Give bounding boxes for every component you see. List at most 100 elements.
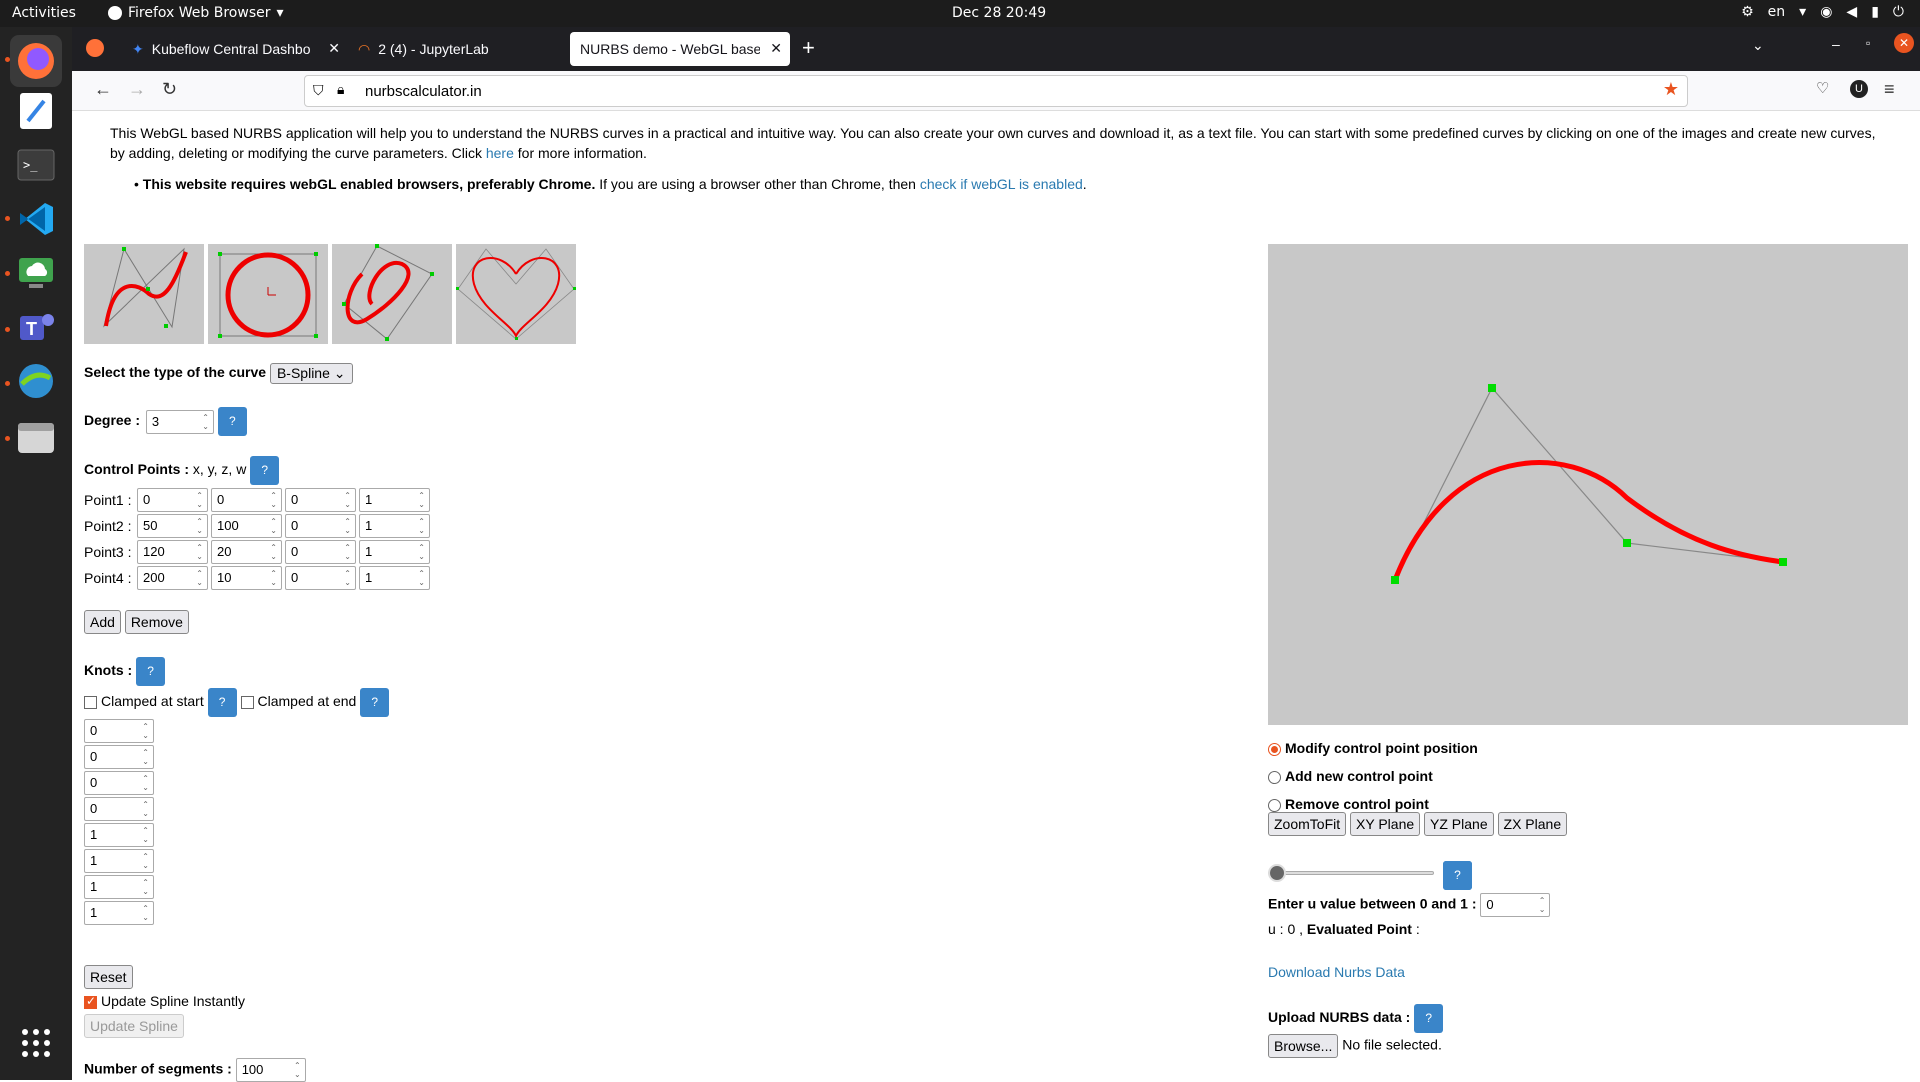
u-slider-track[interactable] — [1268, 871, 1434, 875]
pocket-icon[interactable]: ♡ — [1816, 79, 1829, 97]
spinner-icon[interactable]: ⌃ ⌄ — [142, 878, 149, 896]
u-slider-thumb[interactable] — [1268, 864, 1286, 882]
control-point-3[interactable] — [1623, 539, 1631, 547]
knot-input[interactable]: 1 ⌃ ⌄ — [84, 849, 154, 873]
update-spline-button[interactable]: Update Spline — [84, 1014, 184, 1038]
clamped-start-help-button[interactable]: ? — [207, 688, 237, 717]
dock-vscode[interactable] — [10, 193, 62, 245]
volume-icon[interactable]: ◀ — [1846, 4, 1857, 20]
language-indicator[interactable]: en — [1768, 4, 1786, 20]
clamped-end-help-button[interactable]: ? — [360, 688, 390, 717]
spinner-icon[interactable]: ⌃ ⌄ — [270, 517, 277, 535]
knot-input[interactable]: 0 ⌃ ⌄ — [84, 771, 154, 795]
tab-kubeflow[interactable]: ✦ Kubeflow Central Dashbo ✕ — [122, 32, 348, 66]
clamped-end-checkbox[interactable] — [240, 696, 254, 709]
tab-nurbs[interactable]: NURBS demo - WebGL based ✕ — [570, 32, 790, 66]
dock-teams[interactable]: T — [10, 301, 62, 353]
control-point-z-input[interactable]: 0 ⌃ ⌄ — [285, 514, 356, 538]
knot-input[interactable]: 0 ⌃ ⌄ — [84, 719, 154, 743]
close-icon[interactable]: ✕ — [770, 40, 782, 57]
minimize-button[interactable]: – — [1832, 36, 1840, 52]
control-point-z-input[interactable]: 0 ⌃ ⌄ — [285, 566, 356, 590]
wifi-icon[interactable]: ◉ — [1820, 4, 1832, 20]
spinner-icon[interactable]: ⌃ ⌄ — [418, 517, 425, 535]
webgl-canvas[interactable] — [1268, 244, 1908, 725]
account-icon[interactable]: U — [1850, 80, 1868, 98]
spinner-icon[interactable]: ⌃ ⌄ — [270, 569, 277, 587]
app-menu[interactable]: Firefox Web Browser ▾ — [108, 5, 284, 21]
mode-modify-row[interactable]: Modify control point position — [1268, 734, 1478, 762]
clamped-start-checkbox[interactable] — [84, 696, 97, 709]
spinner-icon[interactable]: ⌃ ⌄ — [344, 517, 351, 535]
spinner-icon[interactable]: ⌃ ⌄ — [344, 491, 351, 509]
show-apps-button[interactable] — [10, 1017, 62, 1069]
bookmark-star-icon[interactable]: ★ — [1663, 79, 1679, 100]
forward-button[interactable]: → — [128, 79, 146, 100]
close-window-button[interactable]: ✕ — [1894, 33, 1914, 53]
here-link[interactable]: here — [486, 145, 514, 161]
mode-modify-radio[interactable] — [1268, 742, 1281, 756]
activities-button[interactable]: Activities — [12, 5, 76, 21]
power-icon[interactable]: ⏻ — [1893, 4, 1904, 20]
spinner-icon[interactable]: ⌃ ⌄ — [142, 800, 149, 818]
control-point-z-input[interactable]: 0 ⌃ ⌄ — [285, 540, 356, 564]
control-point-x-input[interactable]: 120 ⌃ ⌄ — [137, 540, 208, 564]
degree-input[interactable]: 3 ⌃ ⌄ — [145, 409, 214, 434]
u-help-button[interactable]: ? — [1443, 861, 1472, 890]
preset-curve-thumbnail-2[interactable] — [208, 244, 328, 344]
firefox-view-icon[interactable] — [86, 39, 104, 57]
spinner-icon[interactable]: ⌃ ⌄ — [196, 517, 203, 535]
spinner-icon[interactable]: ⌃ ⌄ — [418, 543, 425, 561]
back-button[interactable]: ← — [94, 79, 112, 100]
spinner-icon[interactable]: ⌃ ⌄ — [142, 774, 149, 792]
maximize-button[interactable]: ▫ — [1866, 36, 1870, 50]
segments-input[interactable]: 100 ⌃ ⌄ — [235, 1058, 306, 1082]
knot-input[interactable]: 0 ⌃ ⌄ — [84, 797, 154, 821]
mode-add-radio[interactable] — [1268, 770, 1281, 784]
preset-curve-thumbnail-1[interactable] — [84, 244, 204, 344]
lock-icon[interactable]: 🔒︎ — [337, 81, 344, 98]
yz-plane-button[interactable]: YZ Plane — [1424, 812, 1494, 836]
close-icon[interactable]: ✕ — [328, 40, 340, 57]
curve-type-select[interactable]: B-Spline ⌄ — [269, 363, 353, 384]
control-point-2[interactable] — [1488, 384, 1496, 392]
dock-remote-desktop[interactable] — [10, 247, 62, 299]
new-tab-button[interactable]: + — [802, 35, 815, 61]
knots-help-button[interactable]: ? — [136, 657, 166, 686]
control-point-y-input[interactable]: 100 ⌃ ⌄ — [211, 514, 282, 538]
dock-network-app[interactable] — [10, 355, 62, 407]
battery-icon[interactable]: ▮ — [1871, 4, 1879, 20]
spinner-icon[interactable]: ⌃ ⌄ — [418, 569, 425, 587]
mode-remove-radio[interactable] — [1268, 798, 1281, 812]
remove-point-button[interactable]: Remove — [124, 610, 189, 634]
spinner-icon[interactable]: ⌃ ⌄ — [270, 491, 277, 509]
dock-files[interactable] — [10, 411, 62, 463]
spinner-icon[interactable]: ⌃ ⌄ — [142, 826, 149, 844]
spinner-icon[interactable]: ⌃ ⌄ — [142, 748, 149, 766]
spinner-icon[interactable]: ⌃ ⌄ — [1539, 896, 1546, 914]
spinner-icon[interactable]: ⌃ ⌄ — [202, 413, 209, 431]
u-input[interactable]: 0 ⌃ ⌄ — [1480, 893, 1551, 917]
check-webgl-link[interactable]: check if webGL is enabled — [920, 176, 1083, 192]
upload-help-button[interactable]: ? — [1414, 1004, 1444, 1033]
control-point-w-input[interactable]: 1 ⌃ ⌄ — [359, 566, 430, 590]
spinner-icon[interactable]: ⌃ ⌄ — [344, 569, 351, 587]
spinner-icon[interactable]: ⌃ ⌄ — [142, 852, 149, 870]
zoom-to-fit-button[interactable]: ZoomToFit — [1268, 812, 1347, 836]
control-point-x-input[interactable]: 200 ⌃ ⌄ — [137, 566, 208, 590]
spinner-icon[interactable]: ⌃ ⌄ — [270, 543, 277, 561]
reload-button[interactable]: ↻ — [162, 79, 177, 100]
spinner-icon[interactable]: ⌃ ⌄ — [142, 722, 149, 740]
control-point-x-input[interactable]: 0 ⌃ ⌄ — [137, 488, 208, 512]
dock-terminal[interactable]: >_ — [10, 139, 62, 191]
list-tabs-icon[interactable]: ⌄ — [1752, 37, 1764, 54]
clock[interactable]: Dec 28 20:49 — [952, 5, 1046, 21]
control-point-y-input[interactable]: 0 ⌃ ⌄ — [211, 488, 282, 512]
knot-input[interactable]: 1 ⌃ ⌄ — [84, 823, 154, 847]
accessibility-icon[interactable]: ⚙ — [1741, 4, 1754, 20]
spinner-icon[interactable]: ⌃ ⌄ — [294, 1061, 301, 1079]
control-point-w-input[interactable]: 1 ⌃ ⌄ — [359, 540, 430, 564]
download-nurbs-link[interactable]: Download Nurbs Data — [1268, 964, 1405, 980]
knot-input[interactable]: 1 ⌃ ⌄ — [84, 901, 154, 925]
spinner-icon[interactable]: ⌃ ⌄ — [418, 491, 425, 509]
